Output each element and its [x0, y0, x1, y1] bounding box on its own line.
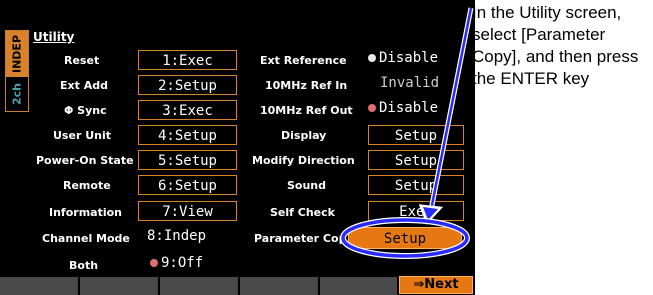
- callout-leader-line: [418, 7, 474, 225]
- callout-overlay: [340, 7, 474, 259]
- highlight-ellipse: [341, 218, 469, 258]
